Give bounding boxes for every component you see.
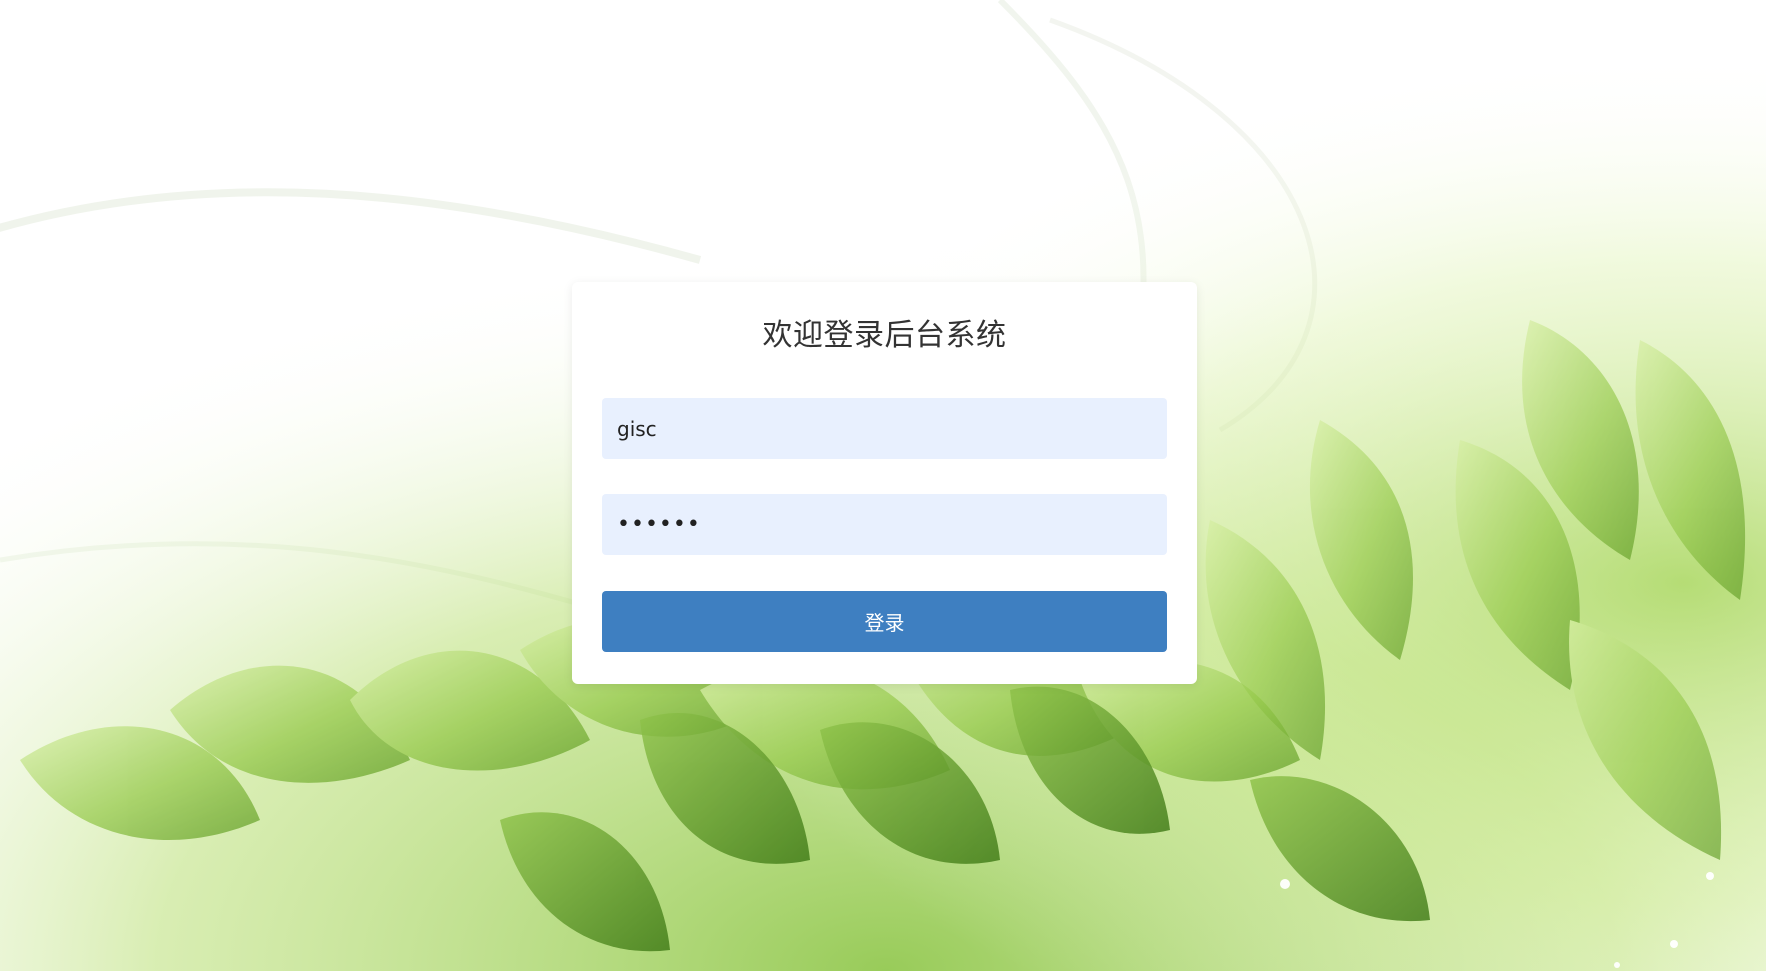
right-edge-gutter [1766, 0, 1772, 971]
login-title: 欢迎登录后台系统 [762, 318, 1007, 353]
login-page: 欢迎登录后台系统 登录 [0, 0, 1772, 971]
username-input[interactable] [602, 398, 1167, 459]
password-input[interactable] [602, 494, 1167, 555]
login-button[interactable]: 登录 [602, 591, 1167, 652]
login-card: 欢迎登录后台系统 登录 [572, 282, 1197, 684]
